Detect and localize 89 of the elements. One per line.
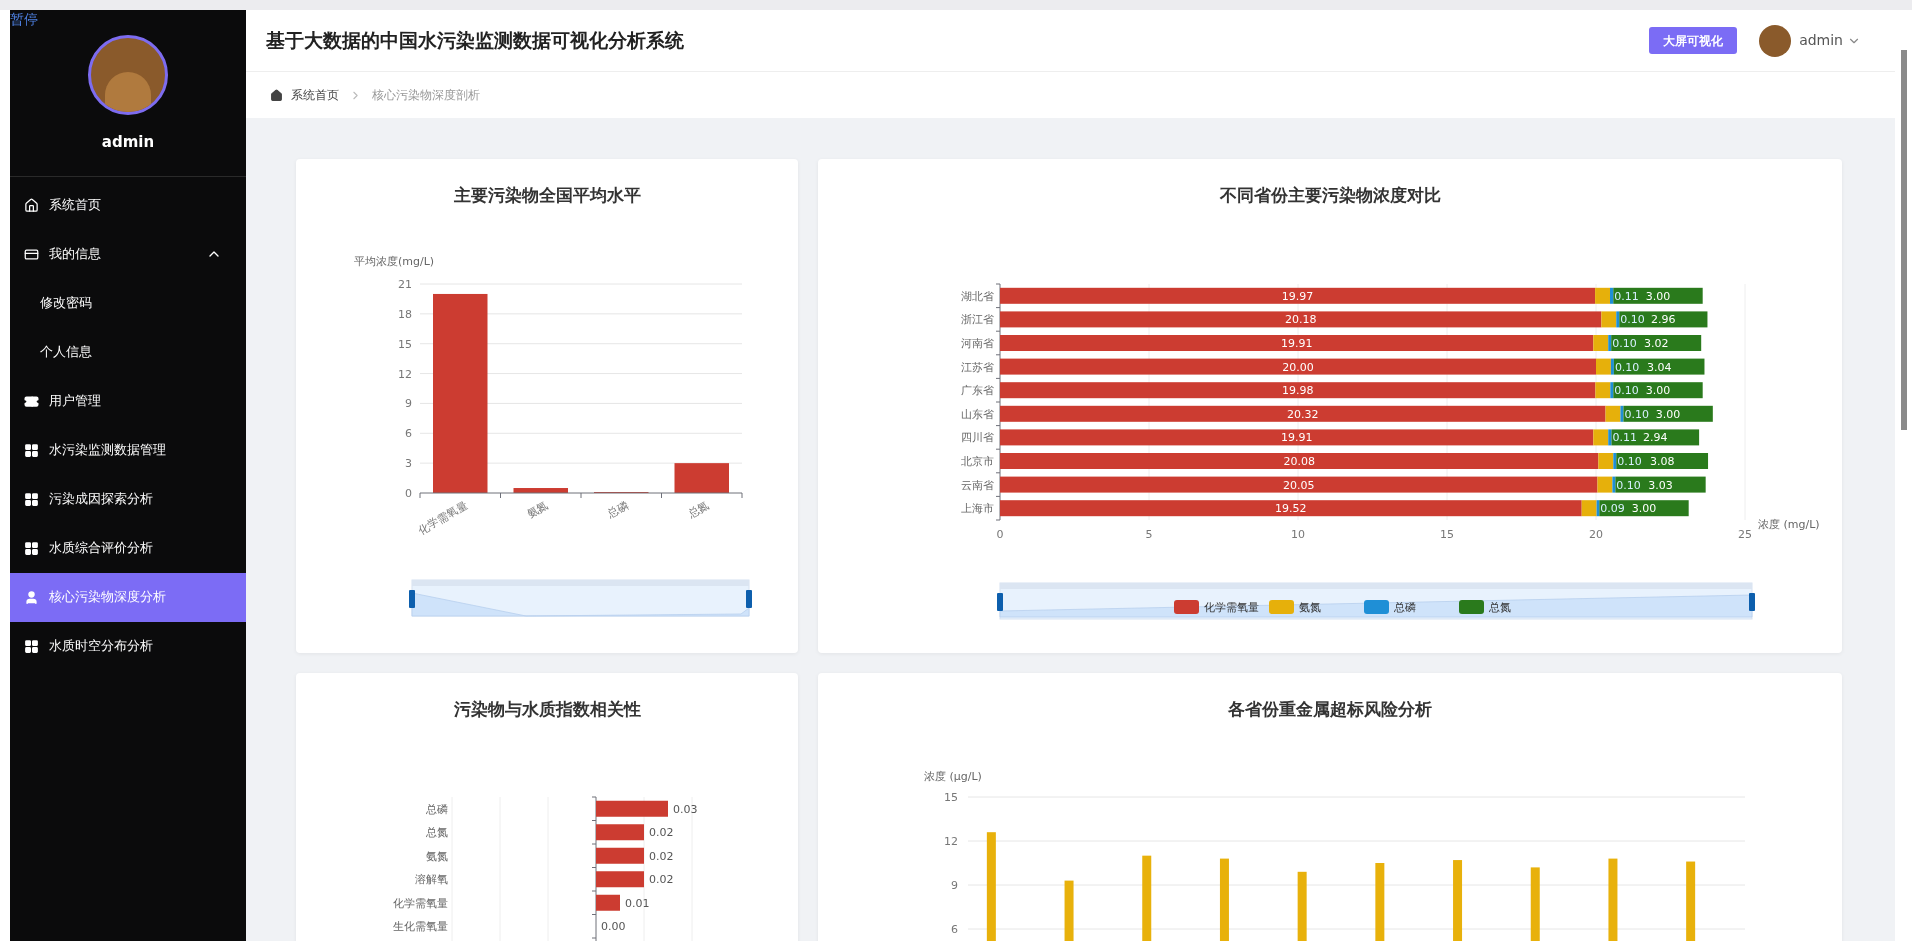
data-label: 0.10 [1612,337,1637,350]
axis-tick-label: 15 [944,791,958,804]
data-label: 3.00 [1655,407,1681,421]
data-label: 0.02 [649,849,674,863]
data-label: 0.11 [1614,289,1639,303]
axis-label: 北京市 [961,455,994,468]
chart-title: 不同省份主要污染物浓度对比 [1219,184,1441,207]
data-label: 19.98 [1281,384,1314,398]
data-label: 3.04 [1646,360,1672,374]
overlay-label: 暂停 [10,10,38,28]
axis-tick-label: 9 [951,879,958,892]
axis-label: 河南省 [961,337,994,350]
data-label: 3.02 [1643,337,1669,350]
data-label: 0.02 [649,873,674,887]
axis-tick-label: 12 [944,835,958,848]
axis-tick-label: 21 [398,278,412,291]
data-label: 3.00 [1631,502,1657,516]
data-label: 0.10 [1614,384,1639,398]
data-label: 2.96 [1651,313,1676,327]
data-label: 19.91 [1280,337,1313,350]
data-label: 0.10 [1614,360,1640,374]
axis-title: 平均浓度(mg/L) [354,255,435,268]
data-label: 20.05 [1283,478,1315,492]
data-label: 0.01 [625,896,650,910]
data-label: 0.10 [1617,455,1642,468]
data-label: 3.00 [1645,384,1671,398]
axis-title: 浓度 (mg/L) [1758,518,1820,531]
axis-tick-label: 12 [398,367,412,381]
data-label: 19.97 [1281,289,1314,303]
axis-label: 山东省 [961,407,994,421]
axis-tick-label: 25 [1738,528,1752,541]
axis-label: 溶解氧 [415,873,448,887]
data-label: 20.18 [1284,313,1317,327]
axis-label: 江苏省 [961,360,994,374]
data-label: 19.91 [1280,431,1313,445]
legend-label: 化学需氧量 [1204,601,1259,614]
data-label: 0.09 [1600,502,1625,516]
legend-label: 总磷 [1393,601,1416,614]
axis-tick-label: 9 [405,397,412,411]
data-label: 0.10 [1624,407,1649,421]
axis-label: 四川省 [961,431,994,445]
app-title: 基于大数据的中国水污染监测数据可视化分析系统 [266,28,685,54]
data-label: 0.00 [601,920,626,934]
axis-tick-label: 3 [405,457,412,471]
data-label: 3.08 [1649,455,1675,468]
axis-tick-label: 0 [996,528,1004,541]
data-label: 20.08 [1283,455,1315,468]
axis-label: 化学需氧量 [393,896,448,910]
axis-label: 总磷 [605,498,631,521]
chart-title: 主要污染物全国平均水平 [453,184,641,207]
axis-label: 浙江省 [961,313,994,327]
data-label: 3.03 [1648,478,1673,492]
breadcrumb-current: 核心污染物深度剖析 [372,87,480,104]
user-name: admin [101,132,155,153]
axis-tick-label: 20 [1589,528,1603,541]
data-label: 0.10 [1616,478,1641,492]
axis-tick-label: 18 [398,307,412,321]
data-label: 0.10 [1620,313,1645,327]
data-label: 20.00 [1282,360,1314,374]
data-label: 0.02 [649,826,674,840]
axis-label: 广东省 [961,384,994,398]
axis-label: 总氮 [685,498,712,521]
data-label: 0.11 [1612,431,1637,445]
axis-tick-label: 6 [405,427,412,441]
data-label: 20.32 [1287,407,1319,421]
axis-tick-label: 6 [951,923,958,936]
axis-tick-label: 5 [1145,528,1153,541]
data-label: 2.94 [1643,431,1668,445]
legend-label: 氨氮 [1299,601,1321,614]
axis-label: 氨氮 [524,498,551,521]
axis-tick-label: 15 [398,337,412,351]
axis-tick-label: 15 [1440,528,1454,541]
data-label: 3.00 [1645,289,1671,303]
axis-label: 总氮 [426,826,448,840]
axis-title: 浓度 (μg/L) [924,770,982,783]
legend-label: 总氮 [1488,601,1511,614]
data-label: 0.03 [673,802,698,816]
axis-label: 总磷 [426,802,448,816]
axis-label: 云南省 [961,478,994,492]
axis-label: 上海市 [961,502,994,516]
axis-label: 化学需氧量 [415,498,470,538]
chart-title: 各省份重金属超标风险分析 [1228,698,1432,721]
axis-label: 生化需氧量 [393,920,448,934]
axis-tick-label: 0 [405,487,412,500]
axis-label: 氨氮 [426,849,448,863]
axis-tick-label: 10 [1291,528,1305,541]
chart-title: 污染物与水质指数相关性 [453,698,641,721]
axis-label: 湖北省 [961,289,994,303]
data-label: 19.52 [1275,502,1307,516]
